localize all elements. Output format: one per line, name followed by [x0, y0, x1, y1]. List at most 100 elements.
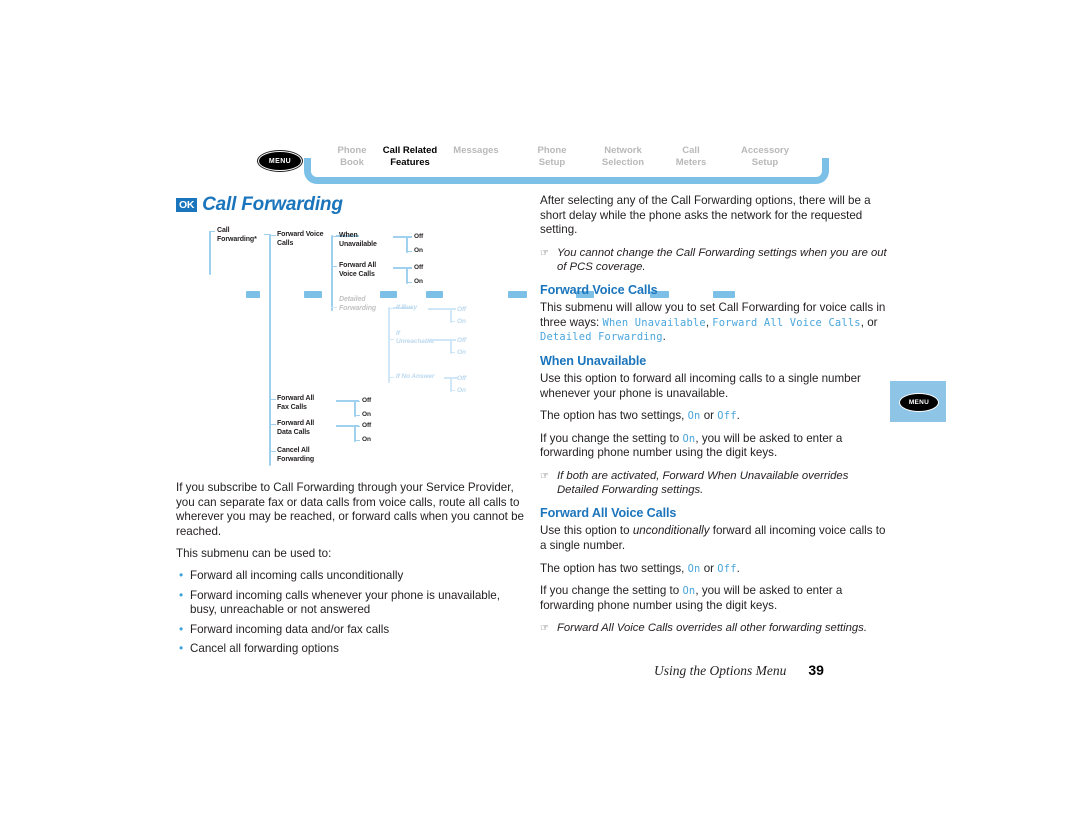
tree-connector — [450, 309, 455, 311]
tree-toggle-off: Off — [362, 397, 372, 404]
tree-connector — [406, 251, 412, 253]
breadcrumb-item-messages[interactable]: Messages — [445, 145, 507, 157]
list-item: Forward incoming calls whenever your pho… — [176, 588, 528, 618]
submenu-lead: This submenu can be used to: — [176, 547, 332, 561]
lcd-label-off: Off — [717, 410, 737, 423]
heading-when-unavailable: When Unavailable — [540, 353, 647, 368]
forward-all-settings: The option has two settings, On or Off. — [540, 562, 888, 577]
when-unavailable-description: Use this option to forward all incoming … — [540, 371, 861, 400]
tree-connector — [406, 268, 412, 270]
forward-voice-description: This submenu will allow you to set Call … — [540, 301, 888, 345]
tree-toggle-off: Off — [457, 337, 466, 344]
note-text: If both are activated, Forward When Unav… — [557, 469, 849, 497]
tree-toggle-on: On — [457, 387, 466, 394]
text-fragment: The option has two settings, — [540, 561, 688, 575]
tree-node-when-unavailable: When Unavailable — [339, 232, 377, 248]
tree-connector — [269, 424, 276, 426]
tree-connector — [450, 390, 455, 392]
tree-toggle-on: On — [362, 411, 371, 418]
tree-connector — [406, 282, 412, 284]
text-fragment: . — [736, 409, 740, 423]
tree-node-if-no-answer: If No Answer — [396, 373, 435, 380]
text-fragment: or — [700, 409, 718, 423]
lcd-label-detailed-forwarding: Detailed Forwarding — [540, 331, 663, 344]
tree-connector — [331, 266, 337, 268]
breadcrumb-menu-button[interactable]: MENU — [258, 151, 302, 171]
tree-node-forward-voice-calls: Forward Voice Calls — [277, 231, 324, 247]
right-intro-paragraph: After selecting any of the Call Forwardi… — [540, 194, 871, 237]
tree-connector — [354, 415, 360, 417]
text-fragment: The option has two settings, — [540, 409, 688, 423]
lcd-label-off: Off — [717, 562, 737, 575]
tree-connector — [209, 231, 215, 233]
capability-list: Forward all incoming calls unconditional… — [176, 568, 528, 657]
page-number: 39 — [808, 662, 824, 678]
tree-toggle-on: On — [414, 247, 423, 254]
tree-toggle-off: Off — [414, 233, 424, 240]
tree-voice-children-spine — [331, 235, 334, 311]
page-footer: Using the Options Menu 39 — [654, 662, 824, 679]
pointing-hand-icon: ☞ — [540, 470, 549, 482]
side-menu-button[interactable]: MENU — [899, 393, 939, 412]
tree-toggle-on: On — [457, 318, 466, 325]
text-fragment: , or — [860, 315, 878, 329]
ok-key-badge: OK — [176, 198, 198, 212]
text-fragment: If you change the setting to — [540, 584, 683, 598]
tree-connector — [269, 399, 276, 401]
list-item: Cancel all forwarding options — [176, 641, 528, 657]
tree-connector — [450, 321, 455, 323]
tree-node-detailed-forwarding: Detailed Forwarding — [339, 296, 377, 312]
emphasis-unconditionally: unconditionally — [632, 524, 710, 538]
footer-section-title: Using the Options Menu — [654, 663, 787, 678]
tree-toggle-off: Off — [457, 375, 466, 382]
tree-toggle-on: On — [414, 278, 423, 285]
note-text: Forward All Voice Calls overrides all ot… — [557, 622, 867, 635]
page-title: OK Call Forwarding — [176, 194, 343, 216]
page-title-text: Call Forwarding — [202, 194, 343, 215]
tree-connector — [354, 440, 360, 442]
note-override-detailed: ☞ If both are activated, Forward When Una… — [540, 469, 888, 497]
breadcrumb: MENU Phone Book Call Related Features Me… — [246, 140, 836, 298]
tree-node-cancel-all-forwarding: Cancel All Forwarding — [277, 447, 315, 463]
note-forward-all-override: ☞ Forward All Voice Calls overrides all o… — [540, 621, 888, 635]
text-fragment: Use this option to — [540, 524, 633, 538]
note-out-of-coverage: ☞ You cannot change the Call Forwarding s… — [540, 246, 888, 274]
tree-toggle-off: Off — [414, 264, 424, 271]
tree-connector — [354, 426, 360, 428]
text-fragment: . — [736, 561, 740, 575]
pointing-hand-icon: ☞ — [540, 247, 549, 259]
pointing-hand-icon: ☞ — [540, 623, 549, 635]
lcd-label-forward-all-voice-calls: Forward All Voice Calls — [712, 316, 861, 329]
list-item: Forward incoming data and/or fax calls — [176, 622, 528, 638]
left-text-column: If you subscribe to Call Forwarding thro… — [176, 481, 528, 662]
tree-level1-spine — [269, 234, 272, 466]
tree-connector — [388, 377, 394, 379]
heading-forward-voice-calls: Forward Voice Calls — [540, 283, 658, 298]
tree-node-forward-all-data-calls: Forward All Data Calls — [277, 420, 315, 436]
tree-connector — [269, 235, 276, 237]
forward-all-voice-description: Use this option to unconditionally forwa… — [540, 524, 888, 553]
tree-connector — [269, 451, 276, 453]
tree-node-forward-all-voice-calls: Forward All Voice Calls — [339, 262, 377, 278]
tree-connector — [354, 401, 360, 403]
tree-toggle-off: Off — [362, 422, 372, 429]
forward-all-change-instruction: If you change the setting to On, you wil… — [540, 584, 888, 613]
breadcrumb-loop-line — [304, 158, 829, 184]
right-text-column: After selecting any of the Call Forwardi… — [540, 194, 888, 644]
lcd-label-on: On — [682, 432, 696, 445]
text-fragment: or — [700, 561, 718, 575]
tree-connector — [450, 378, 455, 380]
tree-node-forward-all-fax-calls: Forward All Fax Calls — [277, 395, 315, 411]
breadcrumb-menu-button-label: MENU — [268, 157, 292, 165]
tree-toggle-on: On — [362, 436, 371, 443]
note-text: You cannot change the Call Forwarding se… — [557, 246, 887, 273]
tree-connector — [388, 308, 394, 310]
menu-tree-diagram: Call Forwarding* Forward Voice Calls For… — [176, 222, 516, 474]
tree-connector — [331, 236, 337, 238]
lcd-label-on: On — [687, 562, 701, 575]
tree-connector — [450, 340, 455, 342]
side-menu-tab[interactable]: MENU — [890, 381, 946, 422]
lcd-label-on: On — [682, 585, 696, 598]
tree-node-call-forwarding: Call Forwarding* — [217, 227, 257, 243]
side-menu-button-label: MENU — [908, 399, 930, 406]
